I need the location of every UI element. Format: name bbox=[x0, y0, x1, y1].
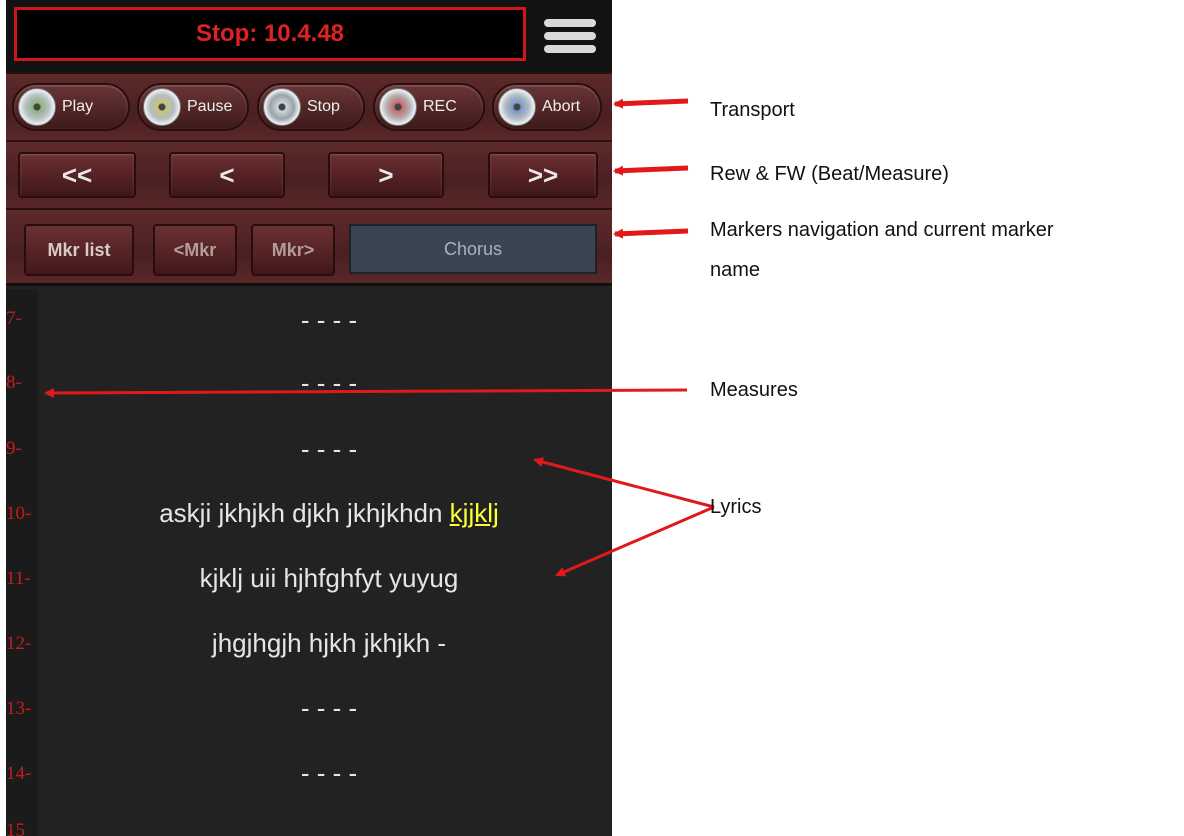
annotation-transport: Transport bbox=[710, 99, 795, 121]
annotation-lyrics: Lyrics bbox=[710, 496, 762, 518]
annotation-markers-line2: name bbox=[710, 259, 761, 281]
annotation-markers-line1: Markers navigation and current marker bbox=[710, 219, 1054, 241]
annotation-rew-fw: Rew & FW (Beat/Measure) bbox=[710, 163, 949, 185]
transport-arrow-icon bbox=[613, 98, 689, 109]
annotation-arrows-svg bbox=[44, 98, 715, 577]
lyrics-arrow-up-icon bbox=[533, 457, 715, 509]
markers-arrow-icon bbox=[613, 228, 689, 239]
annotation-measures: Measures bbox=[710, 379, 798, 401]
rew-fw-arrow-icon bbox=[613, 165, 689, 176]
lyrics-arrow-down-icon bbox=[555, 505, 715, 577]
measures-arrow-icon bbox=[44, 387, 688, 398]
